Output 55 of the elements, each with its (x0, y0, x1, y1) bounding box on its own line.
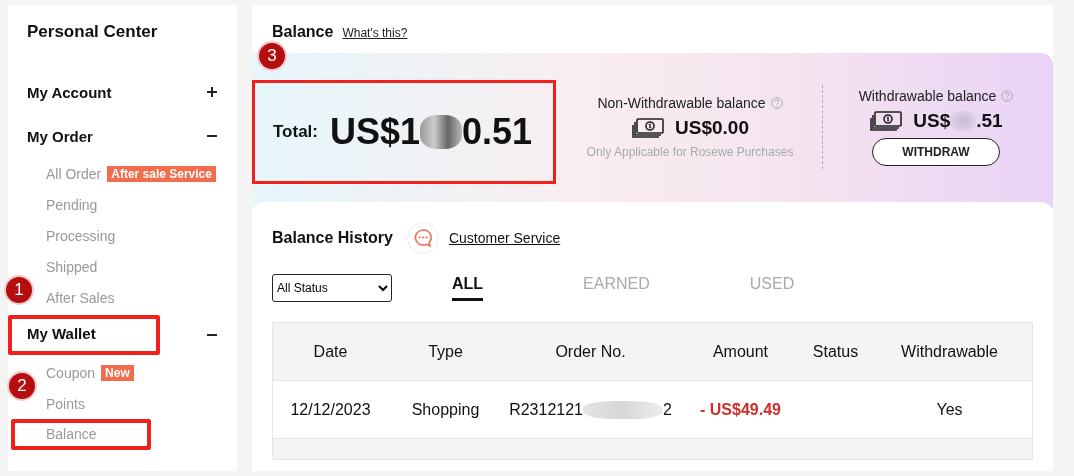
tag-label: New (101, 364, 134, 381)
sidebar-title: Personal Center (27, 22, 159, 42)
filter-tab[interactable]: EARNED (583, 275, 650, 301)
amount-text: US$0.00 (675, 116, 749, 139)
blurred-digits (950, 110, 977, 131)
tag-label: After sale Service (107, 165, 216, 182)
callout-number: 1 (6, 277, 32, 303)
help-link[interactable]: What's this? (342, 26, 408, 40)
withdraw-button[interactable]: WITHDRAW (872, 137, 1000, 166)
sidebar-section[interactable]: My Account (27, 83, 112, 101)
sidebar-item[interactable]: Balance (46, 426, 97, 442)
column-header: Order No. (554, 342, 627, 361)
order-number: 2 (662, 400, 672, 419)
sidebar-item[interactable]: Shipped (46, 258, 98, 275)
amount-cell-text: - US$49.49 (699, 400, 782, 419)
sidebar-section[interactable]: My Order (27, 127, 93, 145)
expand-icon[interactable] (207, 87, 217, 97)
blurred-digits (420, 114, 463, 149)
callout-number: 2 (9, 373, 35, 399)
status-dropdown[interactable]: All Status (272, 274, 392, 302)
chat-icon (406, 222, 439, 254)
balance-note: Only Applicable for Rosewe Purchases (586, 144, 794, 159)
table-cell-text: 12/12/2023 (289, 400, 372, 419)
section-title: Balance History (272, 229, 393, 247)
filter-tab[interactable]: USED (749, 275, 795, 301)
amount-text: US$1 (330, 110, 421, 153)
section-title: Balance (272, 23, 334, 41)
filter-tab[interactable]: ALL (452, 275, 484, 301)
sidebar-item[interactable]: Coupon (46, 364, 96, 381)
column-header: Withdrawable (900, 342, 999, 361)
sidebar-item[interactable]: All Order (46, 165, 102, 182)
cash-icon (869, 109, 904, 132)
balance-label: Withdrawable balance (858, 87, 997, 104)
column-header: Type (427, 342, 464, 361)
help-icon (770, 96, 783, 109)
total-label: Total: (273, 121, 318, 142)
sidebar-item[interactable]: After Sales (46, 289, 115, 306)
sidebar-section[interactable]: My Wallet (27, 325, 96, 342)
column-header: Amount (711, 342, 770, 361)
amount-text: 0.51 (462, 110, 533, 153)
sidebar-item[interactable]: Pending (46, 196, 98, 213)
column-header: Status (811, 342, 860, 361)
sidebar-item[interactable]: Processing (46, 227, 116, 244)
order-number: R2312121 (509, 400, 583, 419)
balance-label: Non-Withdrawable balance (597, 94, 766, 111)
callout-number: 3 (259, 42, 285, 69)
table-cell-text: Yes (935, 400, 964, 419)
help-icon (1001, 89, 1014, 102)
table-cell-text: Shopping (410, 400, 481, 419)
sidebar-item[interactable]: Points (46, 395, 85, 412)
amount-text: US$ (913, 109, 951, 132)
amount-text: .51 (976, 109, 1003, 132)
cash-icon (631, 116, 665, 139)
column-header: Date (312, 342, 349, 361)
customer-service-link[interactable]: Customer Service (448, 230, 561, 246)
